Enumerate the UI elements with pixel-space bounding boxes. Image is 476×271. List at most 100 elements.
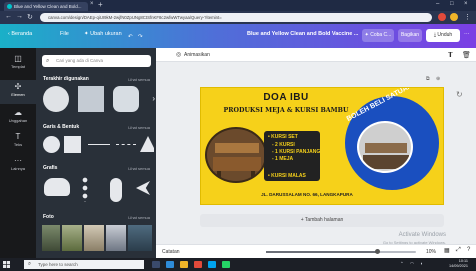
file-menu[interactable]: File: [60, 31, 69, 37]
add-page-icon[interactable]: ⊕: [436, 76, 440, 82]
rail-elemen[interactable]: ✣ Elemen: [0, 80, 36, 104]
tab-close-icon[interactable]: ×: [90, 1, 94, 7]
elements-search-input[interactable]: ⌕ Cari yang ada di Canva: [42, 55, 151, 67]
zoom-level[interactable]: 10%: [426, 249, 436, 255]
document-title[interactable]: Blue and Yellow Clean and Bold Vaccine .…: [247, 31, 358, 37]
minimize-icon[interactable]: –: [436, 1, 439, 7]
edge-icon[interactable]: [166, 261, 174, 268]
list-item[interactable]: • KURSI SET: [268, 134, 298, 140]
store-icon[interactable]: [208, 261, 216, 268]
zoom-slider-fill: [266, 251, 377, 253]
graphic-pill[interactable]: [110, 178, 122, 202]
redo-icon[interactable]: ↷: [138, 34, 143, 40]
list-item[interactable]: - 2 KURSI: [272, 142, 295, 148]
rail-lainnya[interactable]: ··· Lainnya: [0, 156, 36, 171]
list-item[interactable]: - 1 KURSI PANJANG: [272, 149, 320, 155]
canva-favicon-icon: [7, 4, 12, 9]
back-icon[interactable]: ←: [5, 13, 12, 20]
photo-thumb[interactable]: [42, 225, 60, 251]
volume-icon[interactable]: ◖: [420, 261, 423, 266]
extension-icon[interactable]: [438, 13, 446, 21]
notes-button[interactable]: Catatan: [162, 249, 180, 255]
network-icon[interactable]: ◠: [410, 261, 414, 267]
task-view-icon[interactable]: [152, 261, 160, 268]
windows-start-icon[interactable]: [3, 261, 10, 268]
design-subtitle[interactable]: PRODUKSI MEJA & KURSI BAMBU: [201, 107, 371, 114]
rail-unggahan[interactable]: ☁ Unggahan: [0, 108, 36, 123]
shape-line[interactable]: [88, 144, 110, 145]
chrome-icon[interactable]: [194, 261, 202, 268]
section-lines-title: Garis & Bentuk: [43, 124, 80, 130]
help-icon[interactable]: ?: [467, 247, 470, 253]
window-close-icon[interactable]: ×: [464, 1, 468, 7]
recent-badge-shape[interactable]: [113, 86, 139, 112]
list-item-malas[interactable]: • KURSI MALAS: [268, 173, 306, 179]
section-recent-more[interactable]: Lihat semua: [128, 77, 150, 82]
whatsapp-icon[interactable]: [222, 261, 230, 268]
rail-label: Elemen: [11, 92, 25, 97]
browser-menu-icon[interactable]: ⋮: [464, 13, 471, 21]
zoom-slider-knob[interactable]: [374, 249, 380, 254]
more-options-icon[interactable]: ···: [464, 31, 470, 37]
section-photos-more[interactable]: Lihat semua: [128, 215, 150, 220]
rail-teks[interactable]: T Teks: [0, 132, 36, 147]
more-dots-icon: ···: [14, 156, 22, 165]
shape-dashed-line[interactable]: [116, 144, 136, 145]
recent-square-shape[interactable]: [78, 86, 104, 112]
browser-tab[interactable]: Blue and Yellow Clean and Bold...: [4, 2, 88, 11]
download-button[interactable]: ⤓ Unduh: [426, 29, 460, 42]
list-item[interactable]: - 1 MEJA: [272, 156, 293, 162]
elements-panel: ⌕ Cari yang ada di Canva Terakhir diguna…: [36, 48, 156, 258]
tray-arrow-icon[interactable]: ⌃: [400, 261, 404, 267]
taskbar-search-input[interactable]: ⌕ Type here to search: [24, 260, 144, 269]
section-graphics-more[interactable]: Lihat semua: [128, 166, 150, 171]
zoom-slider[interactable]: [266, 249, 416, 254]
section-lines-more[interactable]: Lihat semua: [128, 125, 150, 130]
recent-next-icon[interactable]: ›: [152, 94, 155, 103]
furniture-photo-right[interactable]: [357, 121, 413, 173]
file-explorer-icon[interactable]: [180, 261, 188, 268]
fullscreen-icon[interactable]: ⤢: [456, 247, 461, 254]
reload-icon[interactable]: ↻: [27, 13, 33, 21]
delete-icon[interactable]: 🗑: [462, 51, 471, 59]
beranda-button[interactable]: ‹ Beranda: [8, 31, 32, 37]
photo-thumb[interactable]: [62, 225, 82, 251]
photo-thumb[interactable]: [106, 225, 126, 251]
text-format-icon[interactable]: 𝗧: [448, 51, 453, 59]
taskbar-search-placeholder: Type here to search: [38, 262, 78, 267]
forward-icon[interactable]: →: [16, 13, 23, 20]
maximize-icon[interactable]: □: [450, 1, 454, 7]
photo-thumb[interactable]: [84, 225, 104, 251]
grid-view-icon[interactable]: ▦: [444, 247, 450, 254]
design-canvas[interactable]: DOA IBU PRODUKSI MEJA & KURSI BAMBU • KU…: [200, 87, 444, 205]
recent-circle-shape[interactable]: [43, 86, 69, 112]
templates-icon: ◫: [14, 54, 22, 63]
resize-button[interactable]: ✦ Ubah ukuran: [84, 31, 122, 37]
taskbar-clock[interactable]: 10:11 14/09/2021: [449, 259, 468, 269]
graphic-dots[interactable]: [81, 176, 89, 202]
shape-circle[interactable]: [43, 136, 60, 153]
refresh-icon[interactable]: ↻: [456, 90, 463, 99]
search-icon: ⌕: [46, 58, 50, 64]
undo-icon[interactable]: ↶: [128, 34, 133, 40]
animate-button[interactable]: Animasikan: [184, 52, 210, 58]
rail-label: Templat: [10, 64, 25, 69]
share-button[interactable]: Bagikan: [398, 29, 422, 42]
design-title[interactable]: DOA IBU: [201, 92, 371, 103]
windows-taskbar: ⌕ Type here to search ⌃ ◠ ◖ 10:11 14/09/…: [0, 258, 476, 271]
animate-icon: ◎: [176, 52, 182, 58]
shape-square[interactable]: [64, 136, 81, 153]
graphic-cloud[interactable]: [44, 178, 70, 196]
photo-thumb[interactable]: [128, 225, 152, 251]
rail-label: Teks: [13, 142, 23, 147]
new-tab-icon[interactable]: +: [98, 0, 103, 9]
add-page-button[interactable]: + Tambah halaman: [200, 214, 444, 227]
furniture-photo-left[interactable]: [205, 127, 267, 183]
profile-avatar-icon[interactable]: [450, 13, 458, 21]
url-field[interactable]: canva.com/design/DAEp-qiUI9kM-2wjfN0ZpUN…: [40, 13, 432, 22]
rail-templat[interactable]: ◫ Templat: [0, 54, 36, 69]
design-address[interactable]: JL. DARUSSALAM NO. 66, LANGKAPURA: [227, 192, 387, 197]
try-pro-button[interactable]: ✦ Coba C...: [362, 29, 394, 42]
duplicate-page-icon[interactable]: ⧉: [426, 76, 430, 82]
graphic-arrow[interactable]: [136, 181, 150, 195]
